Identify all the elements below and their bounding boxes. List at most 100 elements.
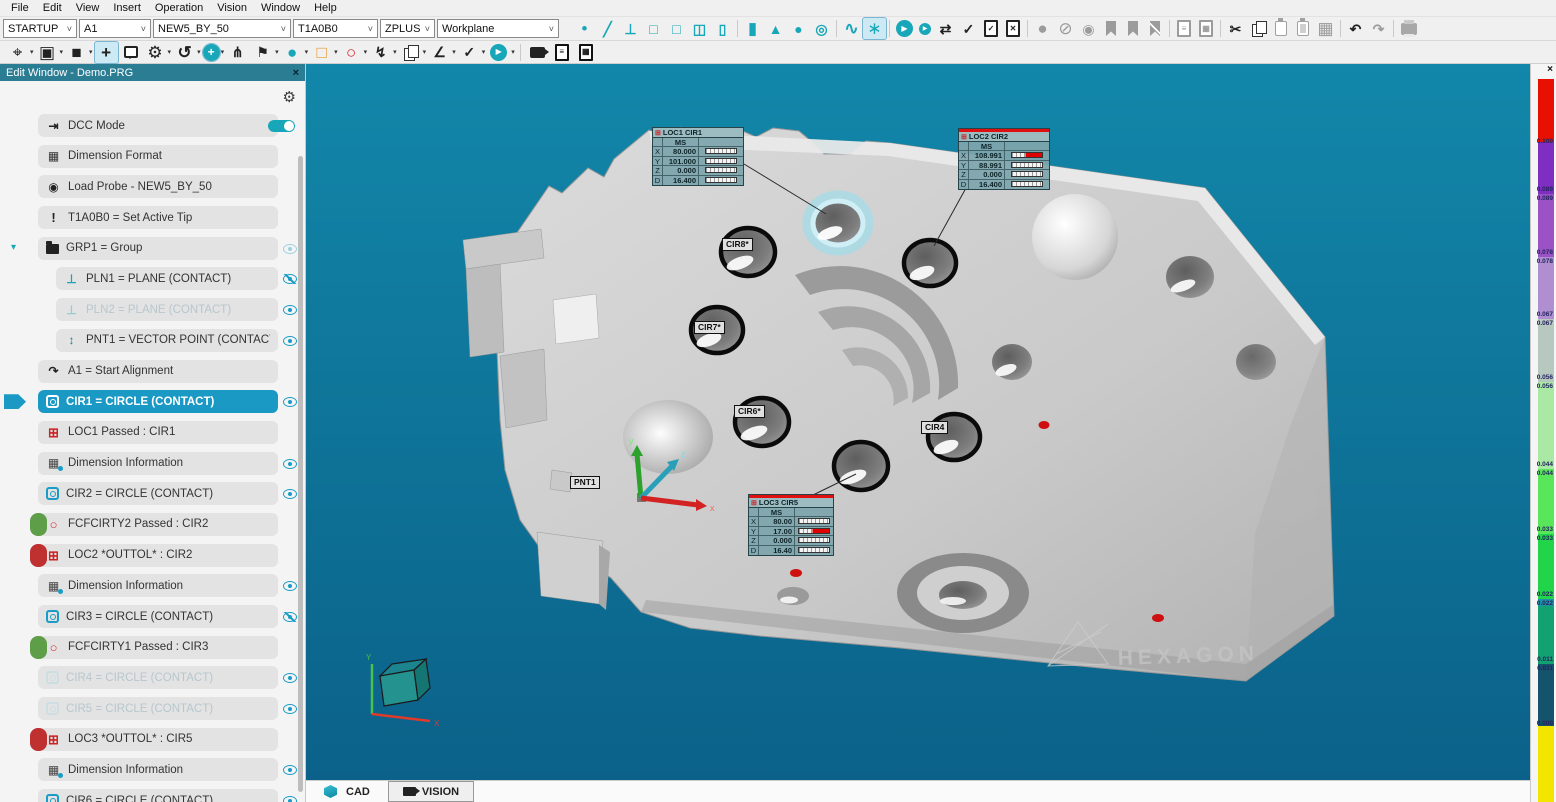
report-template-icon[interactable]: ▦ (1199, 20, 1213, 37)
command-item[interactable]: T1A0B0 = Set Active Tip (38, 206, 278, 229)
dropdown-caret-icon[interactable]: ▾ (221, 48, 225, 56)
workplane-combo[interactable]: Workplane (437, 19, 559, 38)
feature-tag[interactable]: CIR4 (921, 421, 948, 434)
alignment-combo[interactable]: STARTUP (3, 19, 77, 38)
goto-icon[interactable]: ◉ (1077, 18, 1100, 39)
shaded-view-icon[interactable]: ■ (65, 42, 88, 63)
bookmark-icon[interactable] (1106, 21, 1116, 36)
pan-view-icon[interactable]: + (95, 42, 118, 63)
cad-3d-view[interactable]: y z x Y X HEXAGON (306, 64, 1530, 780)
command-item[interactable]: LOC2 *OUTTOL* : CIR2 (38, 544, 278, 567)
sphere-feature-icon[interactable]: ● (787, 18, 810, 39)
command-item[interactable]: LOC3 *OUTTOL* : CIR5 (38, 728, 278, 751)
edit-window-titlebar[interactable]: Edit Window - Demo.PRG × (0, 64, 305, 81)
angle-measure-icon[interactable]: ∠ (428, 42, 451, 63)
command-item[interactable]: Dimension Format (38, 145, 278, 168)
gage-circle-icon[interactable]: ○ (340, 42, 363, 63)
panel-scrollbar[interactable] (298, 156, 303, 792)
comment-icon[interactable] (124, 46, 138, 58)
command-item[interactable]: CIR2 = CIRCLE (CONTACT) (38, 482, 278, 505)
visibility-eye-icon[interactable] (283, 489, 297, 499)
redo-icon[interactable]: ↷ (1367, 18, 1390, 39)
dimension-label-loc2[interactable]: LOC2 CIR2 MS X 108.991 Y 88.991 (958, 128, 1050, 190)
visibility-eye-icon[interactable] (283, 305, 297, 315)
move-probe-icon[interactable]: + (203, 44, 220, 61)
menu-item[interactable]: Edit (36, 1, 69, 15)
command-item[interactable]: DCC Mode (38, 114, 278, 137)
axis-combo[interactable]: A1 (79, 19, 151, 38)
visibility-eye-icon[interactable] (283, 274, 297, 284)
dimension-label-loc1[interactable]: LOC1 CIR1 MS X 80.000 Y 101.000 (652, 127, 744, 186)
command-item[interactable]: CIR5 = CIRCLE (CONTACT) (38, 697, 278, 720)
print-icon[interactable] (1401, 23, 1417, 35)
camera-icon[interactable] (530, 47, 545, 58)
dropdown-caret-icon[interactable]: ▾ (30, 48, 34, 56)
command-item[interactable]: CIR3 = CIRCLE (CONTACT) (38, 605, 278, 628)
menu-item[interactable]: Window (254, 1, 307, 15)
menu-item[interactable]: View (69, 1, 107, 15)
confirm-icon[interactable]: ✓ (458, 42, 481, 63)
auto-feature-icon[interactable]: ∗ (863, 18, 886, 39)
verify-report-icon[interactable]: ✓ (984, 20, 998, 37)
visibility-eye-icon[interactable] (283, 581, 297, 591)
probe-file-combo[interactable]: NEW5_BY_50 (153, 19, 291, 38)
orientation-cube[interactable]: Y X (366, 653, 440, 728)
dropdown-caret-icon[interactable]: ▾ (364, 48, 368, 56)
active-tip-combo[interactable]: T1A0B0 (293, 19, 378, 38)
command-item[interactable]: GRP1 = Group (38, 237, 278, 260)
torus-feature-icon[interactable]: ◎ (810, 18, 833, 39)
feature-tag[interactable]: CIR7* (694, 321, 725, 334)
visibility-eye-icon[interactable] (283, 459, 297, 469)
gage-window-icon[interactable]: □ (310, 42, 333, 63)
command-item[interactable]: Dimension Information (38, 758, 278, 781)
workplane-axis-combo[interactable]: ZPLUS (380, 19, 435, 38)
command-item[interactable]: Dimension Information (38, 452, 278, 475)
dropdown-caret-icon[interactable]: ▾ (334, 48, 338, 56)
round-slot-icon[interactable]: □ (665, 18, 688, 39)
settings-gear-icon[interactable]: ⚙ (283, 88, 296, 106)
command-item[interactable]: FCFCIRTY2 Passed : CIR2 (38, 513, 278, 536)
cylinder-feature-icon[interactable]: ▮ (741, 18, 764, 39)
stats-display-icon[interactable]: ▦ (579, 44, 593, 61)
close-icon[interactable]: × (293, 67, 299, 79)
undo-icon[interactable]: ↶ (1344, 18, 1367, 39)
probe-branch-icon[interactable]: ⋔ (226, 42, 249, 63)
cut-icon[interactable]: ✂ (1224, 18, 1247, 39)
report-window-icon[interactable]: ≡ (1177, 20, 1191, 37)
plane-feature-icon[interactable]: ⊥ (619, 18, 642, 39)
curve-feature-icon[interactable]: ∿ (840, 18, 863, 39)
bookmark-remove-icon[interactable] (1150, 21, 1160, 36)
paste-icon[interactable] (1275, 21, 1287, 36)
menu-item[interactable]: Help (307, 1, 344, 15)
stop-icon[interactable]: ● (1031, 18, 1054, 39)
visibility-eye-icon[interactable] (283, 244, 297, 254)
close-icon[interactable]: × (1547, 65, 1553, 75)
visibility-eye-icon[interactable] (283, 765, 297, 775)
cancel-report-icon[interactable]: ✕ (1006, 20, 1020, 37)
command-item[interactable]: LOC1 Passed : CIR1 (38, 421, 278, 444)
command-item[interactable]: PLN1 = PLANE (CONTACT) (56, 267, 278, 290)
visibility-eye-icon[interactable] (283, 704, 297, 714)
dcc-mode-toggle[interactable] (268, 120, 295, 132)
command-item[interactable]: PLN2 = PLANE (CONTACT) (56, 298, 278, 321)
command-item[interactable]: CIR6 = CIRCLE (CONTACT) (38, 789, 278, 802)
mini-execute-icon[interactable]: ▶ (490, 44, 507, 61)
command-item[interactable]: CIR4 = CIRCLE (CONTACT) (38, 666, 278, 689)
command-item[interactable]: Dimension Information (38, 574, 278, 597)
dropdown-caret-icon[interactable]: ▾ (511, 48, 515, 56)
menu-item[interactable]: Insert (106, 1, 148, 15)
live-display-icon[interactable]: ≡ (555, 44, 569, 61)
selected-circle-highlight[interactable] (807, 195, 869, 251)
visibility-eye-icon[interactable] (283, 397, 297, 407)
rotate-view-icon[interactable]: ↺ (173, 42, 196, 63)
probe-mode-icon[interactable]: ⌖ (6, 42, 29, 63)
paste-special-icon[interactable] (1297, 21, 1309, 36)
feature-tag[interactable]: CIR6* (734, 405, 765, 418)
command-item[interactable]: A1 = Start Alignment (38, 360, 278, 383)
copy-icon[interactable] (1251, 21, 1266, 36)
dropdown-caret-icon[interactable]: ▾ (275, 48, 279, 56)
square-slot-icon[interactable]: ◫ (688, 18, 711, 39)
visibility-eye-icon[interactable] (283, 673, 297, 683)
dropdown-caret-icon[interactable]: ▾ (393, 48, 397, 56)
point-feature-icon[interactable]: • (573, 18, 596, 39)
